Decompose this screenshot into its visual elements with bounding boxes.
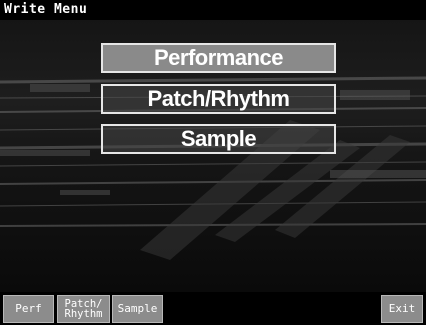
- sample-function-button[interactable]: Sample: [112, 295, 163, 323]
- patch-rhythm-function-button[interactable]: Patch/ Rhythm: [57, 295, 110, 323]
- patch-rhythm-label-line2: Rhythm: [64, 308, 103, 320]
- patch-rhythm-button[interactable]: Patch/Rhythm: [101, 84, 336, 114]
- function-key-bar: Perf Patch/ Rhythm Sample Exit: [0, 292, 426, 325]
- title-bar: Write Menu: [0, 0, 426, 20]
- performance-button[interactable]: Performance: [101, 43, 336, 73]
- perf-function-button[interactable]: Perf: [3, 295, 54, 323]
- window-title: Write Menu: [4, 2, 88, 17]
- write-menu-screen: Write Menu Performance Patch/Rhythm Samp…: [0, 0, 426, 325]
- sample-button[interactable]: Sample: [101, 124, 336, 154]
- exit-button[interactable]: Exit: [381, 295, 423, 323]
